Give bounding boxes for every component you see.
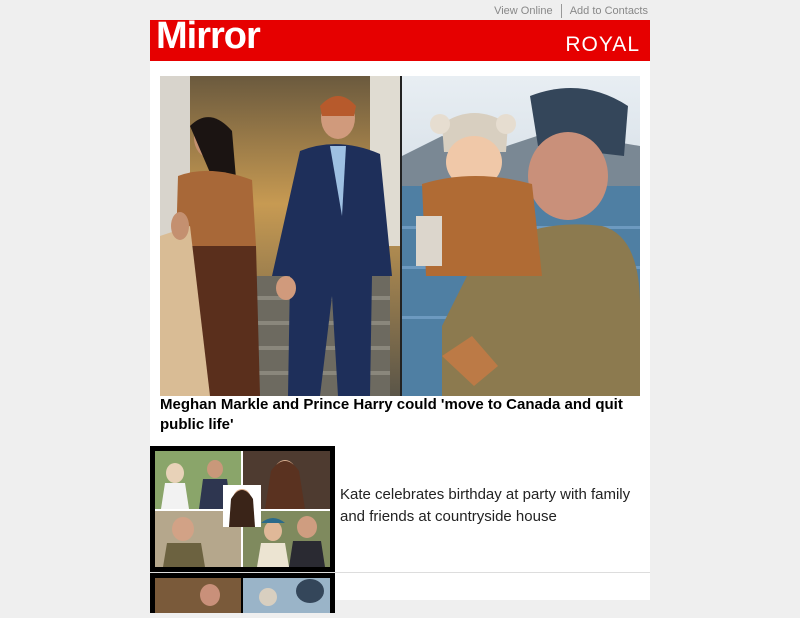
newsletter: View Online Add to Contacts Mirror ROYAL	[150, 0, 650, 613]
view-online-link[interactable]: View Online	[494, 5, 553, 17]
content-area: Meghan Markle and Prince Harry could 'mo…	[150, 61, 650, 613]
section-label: ROYAL	[565, 33, 640, 56]
header-bar: Mirror ROYAL	[150, 15, 650, 61]
story-thumbnail-partial[interactable]	[150, 573, 335, 613]
story-item-partial[interactable]	[150, 573, 650, 613]
add-to-contacts-link[interactable]: Add to Contacts	[570, 5, 648, 17]
couple-photo	[160, 76, 400, 396]
link-divider	[560, 4, 562, 18]
top-links: View Online Add to Contacts	[494, 4, 648, 18]
main-story-image[interactable]	[160, 76, 640, 396]
partial-thumbnail-image	[155, 578, 330, 613]
kate-collage-image	[155, 451, 330, 567]
mirror-logo[interactable]: Mirror	[156, 15, 261, 58]
main-story-headline[interactable]: Meghan Markle and Prince Harry could 'mo…	[160, 395, 640, 435]
harry-and-baby-photo	[402, 76, 640, 396]
story-title[interactable]: Kate celebrates birthday at party with f…	[340, 484, 640, 528]
story-item[interactable]: Kate celebrates birthday at party with f…	[150, 446, 650, 573]
story-thumbnail[interactable]	[150, 446, 335, 572]
